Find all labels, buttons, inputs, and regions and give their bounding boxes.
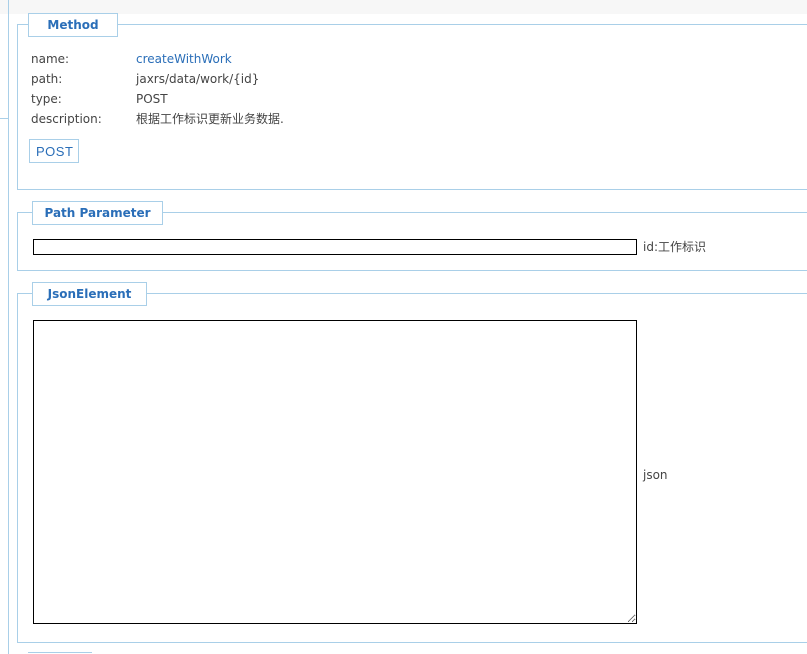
method-type-value: POST	[136, 92, 168, 106]
id-input[interactable]	[33, 239, 637, 255]
field-key: description:	[31, 112, 102, 126]
method-section: Method name: createWithWork path: jaxrs/…	[17, 13, 807, 190]
top-bar	[0, 0, 807, 14]
api-doc-page: Method name: createWithWork path: jaxrs/…	[0, 0, 807, 654]
method-description-value: 根据工作标识更新业务数据.	[136, 112, 284, 126]
method-path-value: jaxrs/data/work/{id}	[136, 72, 260, 86]
left-guide-line	[8, 118, 9, 654]
json-param-label: json	[643, 468, 668, 482]
field-key: type:	[31, 92, 62, 106]
field-key: path:	[31, 72, 63, 86]
left-guide-line	[8, 0, 9, 122]
method-legend: Method	[28, 13, 118, 37]
path-parameter-section: Path Parameter id:工作标识	[17, 201, 807, 271]
json-textarea[interactable]	[33, 320, 637, 624]
field-key: name:	[31, 52, 70, 66]
id-param-label: id:工作标识	[643, 240, 706, 254]
json-element-legend: JsonElement	[32, 282, 147, 306]
post-button[interactable]: POST	[29, 139, 79, 163]
path-parameter-legend: Path Parameter	[32, 201, 163, 225]
json-element-section: JsonElement json	[17, 282, 807, 643]
method-name-value: createWithWork	[136, 52, 232, 66]
